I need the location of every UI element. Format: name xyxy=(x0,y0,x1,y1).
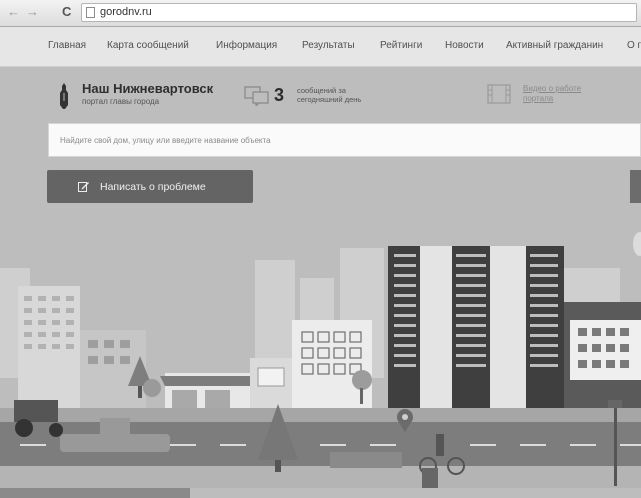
bear-logo-icon[interactable] xyxy=(58,83,70,109)
site-subtitle: портал главы города xyxy=(82,97,160,106)
back-arrow-icon[interactable]: ← xyxy=(7,5,20,19)
forward-arrow-icon[interactable]: → xyxy=(26,5,39,19)
reload-icon[interactable]: C xyxy=(62,5,71,19)
site-header: Наш Нижневартовск портал главы города 3 … xyxy=(0,67,641,122)
nav-item-results[interactable]: Результаты xyxy=(302,40,355,51)
nav-item-ratings[interactable]: Рейтинги xyxy=(380,40,422,51)
nav-item-active-citizen[interactable]: Активный гражданин xyxy=(506,40,603,51)
secondary-action-button[interactable] xyxy=(630,170,641,203)
nav-item-news[interactable]: Новости xyxy=(445,40,484,51)
address-bar[interactable]: gorodnv.ru xyxy=(81,3,637,22)
nav-item-about[interactable]: О г xyxy=(627,40,641,51)
bench xyxy=(330,452,402,468)
right-office-building xyxy=(564,302,641,416)
fence xyxy=(0,488,190,498)
edit-pencil-icon xyxy=(78,182,89,192)
sidewalk xyxy=(0,408,641,422)
central-tower xyxy=(388,246,564,416)
address-search-input[interactable] xyxy=(49,124,620,156)
nav-item-home[interactable]: Главная xyxy=(48,40,86,51)
lower-sidewalk xyxy=(0,466,641,488)
message-count-label: сообщений за сегодняшний день xyxy=(297,86,362,104)
address-search-box[interactable] xyxy=(48,123,641,157)
video-about-portal-link[interactable]: Видео о работе портала xyxy=(523,84,603,104)
shop-buildings xyxy=(160,358,292,416)
site-nav: Главная Карта сообщений Информация Резул… xyxy=(0,27,641,67)
chat-bubbles-icon xyxy=(244,86,269,106)
page-icon xyxy=(86,7,95,18)
write-problem-label: Написать о проблеме xyxy=(100,181,206,193)
left-apartment-block xyxy=(18,286,80,416)
trash-bin xyxy=(422,468,438,488)
video-film-icon[interactable] xyxy=(487,84,511,104)
nav-item-info[interactable]: Информация xyxy=(216,40,277,51)
write-problem-button[interactable]: Написать о проблеме xyxy=(47,170,253,203)
url-text: gorodnv.ru xyxy=(100,6,152,18)
nav-item-map[interactable]: Карта сообщений xyxy=(107,40,189,51)
message-count: 3 xyxy=(274,85,285,105)
site-title[interactable]: Наш Нижневартовск xyxy=(82,81,213,96)
browser-toolbar: ← → C gorodnv.ru xyxy=(0,0,641,27)
city-illustration xyxy=(0,246,641,498)
